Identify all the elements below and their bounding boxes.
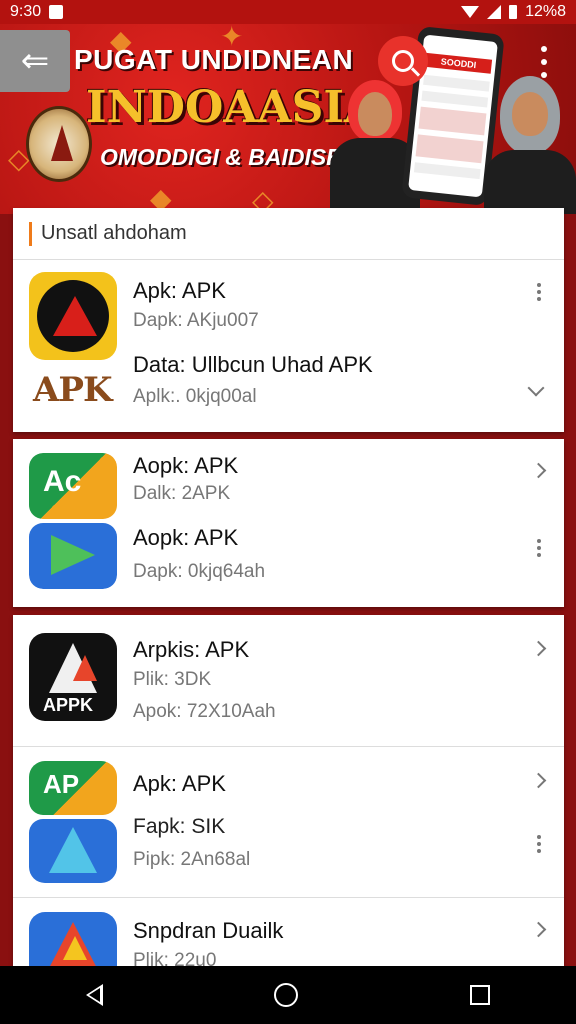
wifi-icon xyxy=(461,6,480,18)
list-item[interactable]: Ac Aopk: APK Dalk: 2APK Aopk: APK Dapk: … xyxy=(13,439,564,607)
notification-icon xyxy=(49,5,64,19)
back-button[interactable]: ⇐ xyxy=(0,30,70,92)
apk-logo-icon xyxy=(29,272,117,360)
appk-icon: APPK xyxy=(29,633,117,721)
app-title-secondary: Data: Ullbcun Uhad APK xyxy=(133,352,373,377)
signal-icon xyxy=(487,5,502,19)
app-card: Ac Aopk: APK Dalk: 2APK Aopk: APK Dapk: … xyxy=(13,439,564,607)
app-title: Aopk: APK xyxy=(133,453,239,478)
item-menu-icon[interactable] xyxy=(534,283,544,301)
app-subtitle: Dalk: 2APK xyxy=(133,483,231,504)
app-title-secondary: Aopk: APK xyxy=(133,525,239,550)
nav-back-icon[interactable] xyxy=(85,984,103,1006)
search-icon xyxy=(392,50,414,72)
app-title: Arpkis: APK xyxy=(133,637,250,662)
app-subtitle-secondary: Pipk: 2An68al xyxy=(133,849,251,870)
list-item[interactable]: AP Apk: APK Fapk: SIK Pipk: 2An68al xyxy=(13,747,564,898)
banner-title-line1: PUGAT UNDIDNEAN xyxy=(74,44,354,75)
app-title: Apk: APK xyxy=(133,771,226,796)
list-item[interactable]: Snpdran Duailk Plik: 22u0 xyxy=(13,898,564,975)
status-left: 9:30 xyxy=(10,3,64,21)
app-subtitle: Dapk: AKju007 xyxy=(133,310,259,331)
chevron-right-icon[interactable] xyxy=(530,921,547,938)
app-subtitle: Fapk: SIK xyxy=(133,815,226,838)
chevron-right-icon[interactable] xyxy=(530,640,547,657)
section-header-label: Unsatl ahdoham xyxy=(41,222,187,244)
person-illustration xyxy=(484,76,576,214)
item-menu-icon[interactable] xyxy=(534,835,544,853)
item-menu-icon[interactable] xyxy=(534,539,544,557)
phone-screen-title: SOODDI xyxy=(424,52,493,74)
nav-home-icon[interactable] xyxy=(274,983,299,1007)
list-item[interactable]: APPK Arpkis: APK Plik: 3DK Apok: 72X10Aa… xyxy=(13,615,564,747)
app-subtitle-secondary: Aplk:. 0kjq00al xyxy=(133,386,257,407)
system-nav-bar xyxy=(0,966,576,1024)
app-title: Snpdran Duailk xyxy=(133,918,284,943)
app-card: APPK Arpkis: APK Plik: 3DK Apok: 72X10Aa… xyxy=(13,615,564,975)
chevron-right-icon[interactable] xyxy=(530,462,547,479)
icon-label: Ac xyxy=(43,465,82,498)
chevron-down-icon[interactable] xyxy=(527,379,545,397)
ap-icon: AP xyxy=(29,761,117,883)
battery-level: 12%8 xyxy=(525,3,566,20)
arrow-left-icon: ⇐ xyxy=(20,42,50,80)
app-subtitle-secondary: Dapk: 0kjq64ah xyxy=(133,561,266,582)
icon-label: AP xyxy=(43,769,80,799)
status-time: 9:30 xyxy=(10,3,42,20)
app-subtitle: Plik: 3DK xyxy=(133,669,212,690)
app-title: Apk: APK xyxy=(133,278,226,303)
apk-wordmark: APK xyxy=(33,370,112,410)
icon-label: APPK xyxy=(43,695,94,715)
app-subtitle-secondary: Apok: 72X10Aah xyxy=(133,701,276,722)
overflow-menu-button[interactable] xyxy=(532,42,556,82)
banner-title-line3: OMODDIGI & BAIDISE! xyxy=(100,144,350,170)
apk-combo-icon: Ac xyxy=(29,453,117,589)
search-button[interactable] xyxy=(378,36,428,86)
app-card: Unsatl ahdoham APK Apk: APK Dapk: AKju00… xyxy=(13,208,564,432)
emblem-logo xyxy=(26,106,92,182)
app-list: Unsatl ahdoham APK Apk: APK Dapk: AKju00… xyxy=(0,200,576,975)
section-header: Unsatl ahdoham xyxy=(13,208,564,260)
chevron-right-icon[interactable] xyxy=(530,772,547,789)
battery-icon xyxy=(509,5,518,19)
status-bar: 9:30 12%8 xyxy=(0,0,576,24)
nav-recents-icon[interactable] xyxy=(470,985,491,1005)
hero-banner: ◆ ✦ ◇ ◆ ◇ ✦ ⇐ PUGAT UNDIDNEAN INDOAASIA … xyxy=(0,24,576,214)
status-right: 12%8 xyxy=(461,3,566,21)
list-item[interactable]: APK Apk: APK Dapk: AKju007 Data: Ullbcun… xyxy=(13,260,564,431)
